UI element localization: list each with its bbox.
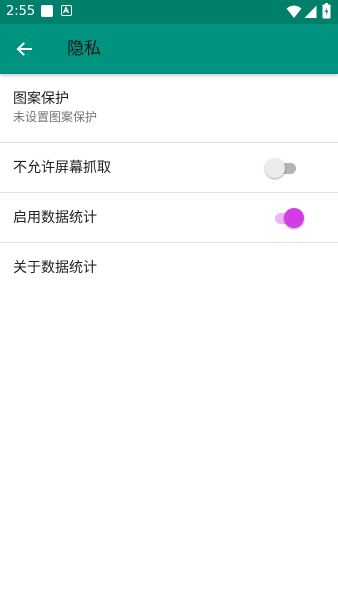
- page-title: 隐私: [67, 39, 101, 59]
- switch-thumb: [265, 158, 285, 178]
- notification-a-icon: [61, 5, 72, 16]
- status-bar: 2:55: [0, 0, 338, 24]
- setting-title: 启用数据统计: [13, 210, 97, 226]
- setting-title: 关于数据统计: [13, 260, 97, 276]
- switch-thumb: [284, 208, 304, 228]
- back-button[interactable]: [4, 29, 44, 69]
- privacy-screen: 2:55 隐私 图案保护 未设置图案保护 不允许屏幕抓取 启用数据统计 关于数据…: [0, 0, 338, 600]
- notification-square-icon: [41, 5, 53, 17]
- arrow-back-icon: [16, 42, 32, 56]
- setting-title: 图案保护: [13, 91, 69, 107]
- enable-statistics-switch[interactable]: [272, 207, 306, 229]
- setting-title: 不允许屏幕抓取: [13, 160, 111, 176]
- setting-summary: 未设置图案保护: [13, 110, 98, 124]
- status-time: 2:55: [6, 4, 36, 19]
- app-bar: 隐私: [0, 24, 338, 74]
- setting-pattern-protection[interactable]: 图案保护 未设置图案保护: [0, 74, 338, 143]
- disallow-screenshot-switch[interactable]: [265, 157, 299, 179]
- settings-list: 图案保护 未设置图案保护 不允许屏幕抓取 启用数据统计 关于数据统计: [0, 74, 338, 293]
- battery-icon: [322, 3, 331, 23]
- signal-icon: [304, 4, 317, 23]
- setting-about-statistics[interactable]: 关于数据统计: [0, 243, 338, 293]
- wifi-icon: [286, 4, 302, 23]
- setting-disallow-screenshot[interactable]: 不允许屏幕抓取: [0, 143, 338, 193]
- setting-enable-statistics[interactable]: 启用数据统计: [0, 193, 338, 243]
